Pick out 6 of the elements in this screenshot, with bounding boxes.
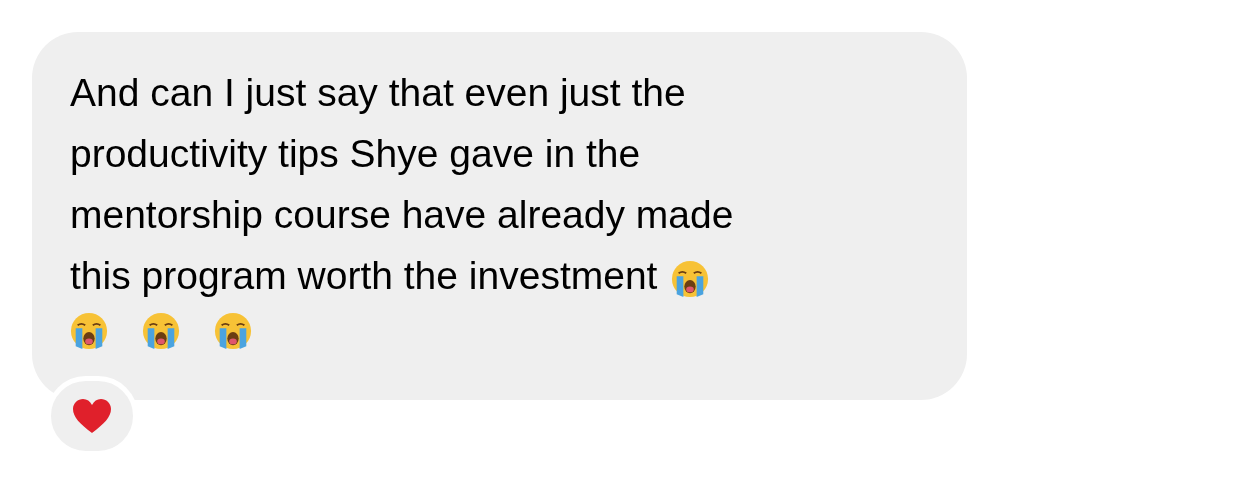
crying-face-icon — [70, 312, 108, 350]
crying-face-icon — [142, 312, 180, 350]
message-text: And can I just say that even just the productivity tips Shye gave in the mentorship course have already made this program worth the investment — [70, 62, 967, 367]
heart-icon — [72, 398, 112, 434]
crying-face-icon — [671, 259, 710, 298]
crying-face-icon — [214, 312, 252, 350]
